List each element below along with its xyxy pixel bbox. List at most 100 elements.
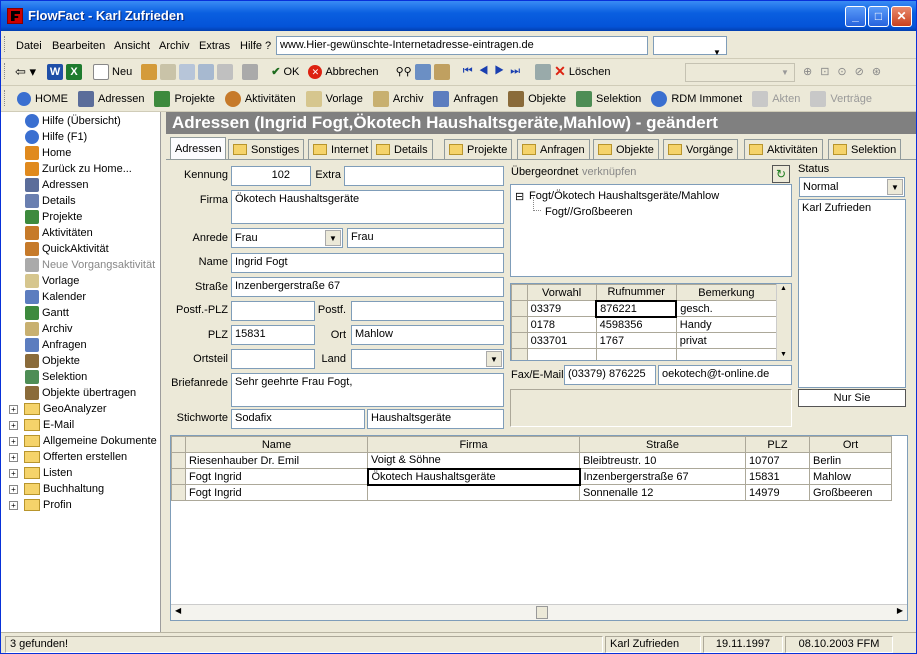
stichwort1-field[interactable]: Sodafix xyxy=(231,409,365,429)
tab-sonstiges[interactable]: Sonstiges xyxy=(228,139,305,159)
ok-button[interactable]: OK xyxy=(283,66,299,78)
anrede2-field[interactable]: Frau xyxy=(347,228,504,248)
sidebar-item[interactable]: Objekte übertragen xyxy=(25,385,136,401)
link-icon[interactable] xyxy=(217,63,234,80)
sidebar-item[interactable]: Projekte xyxy=(25,209,82,225)
nur-sie-button[interactable]: Nur Sie xyxy=(798,389,906,407)
postfplz-field[interactable] xyxy=(231,301,315,321)
land-select[interactable]: ▼ xyxy=(351,349,504,369)
module-projekte[interactable]: Projekte xyxy=(174,93,214,105)
toolbar-dropdown[interactable]: ▼ xyxy=(685,63,795,82)
tab-vorgänge[interactable]: Vorgänge xyxy=(663,139,739,159)
sidebar-item[interactable]: Objekte xyxy=(25,353,80,369)
column-header[interactable]: Name xyxy=(185,436,368,453)
table-cell[interactable]: gesch. xyxy=(675,300,778,317)
module-objekte[interactable]: Objekte xyxy=(528,93,566,105)
minimize-button[interactable]: _ xyxy=(845,6,866,27)
expand-icon[interactable]: + xyxy=(9,420,18,430)
column-header[interactable]: Bemerkung xyxy=(675,284,778,301)
sidebar-item[interactable]: QuickAktivität xyxy=(25,241,109,257)
module-selektion[interactable]: Selektion xyxy=(596,93,641,105)
sidebar-folder[interactable]: + Listen xyxy=(9,465,72,481)
filter-icon[interactable] xyxy=(433,63,450,80)
sidebar-item[interactable]: Home xyxy=(25,145,71,161)
record-navigation-icons[interactable]: ⏮◀▶⏭ xyxy=(463,65,526,78)
grid-icon[interactable] xyxy=(535,63,552,80)
ort-field[interactable]: Mahlow xyxy=(351,325,504,345)
tab-details[interactable]: Details xyxy=(371,139,433,159)
module-archiv[interactable]: Archiv xyxy=(393,93,424,105)
duplicate-icon[interactable] xyxy=(160,63,177,80)
expand-icon[interactable]: + xyxy=(9,500,18,510)
ortsteil-field[interactable] xyxy=(231,349,315,369)
copy-icon[interactable] xyxy=(141,63,158,80)
table-cell[interactable]: Ökotech Haushaltsgeräte xyxy=(366,467,581,486)
sidebar-item[interactable]: Anfragen xyxy=(25,337,87,353)
neu-button[interactable]: Neu xyxy=(112,66,132,78)
stichwort2-field[interactable]: Haushaltsgeräte xyxy=(367,409,504,429)
tab-anfragen[interactable]: Anfragen xyxy=(517,139,590,159)
sidebar-item[interactable]: Hilfe (Übersicht) xyxy=(25,113,121,129)
word-icon[interactable]: W xyxy=(47,63,64,80)
menu-datei[interactable]: Datei xyxy=(16,40,42,52)
binoculars-icon[interactable]: ⚲⚲ xyxy=(396,65,412,78)
sidebar-item[interactable]: Kalender xyxy=(25,289,86,305)
column-header[interactable]: Ort xyxy=(809,436,892,453)
module-adressen[interactable]: Adressen xyxy=(98,93,144,105)
table-cell[interactable]: Inzenbergerstraße 67 xyxy=(579,468,746,485)
table-cell[interactable]: Großbeeren xyxy=(809,484,892,501)
back-arrow-icon[interactable]: ⇦ ▾ xyxy=(15,64,36,80)
excel-icon[interactable]: X xyxy=(66,63,83,80)
briefanrede-field[interactable]: Sehr geehrte Frau Fogt, xyxy=(231,373,504,407)
find-table-icon[interactable] xyxy=(414,63,431,80)
table-cell[interactable]: 1767 xyxy=(595,332,677,349)
table-cell[interactable]: 03379 xyxy=(526,300,597,317)
firma-field[interactable]: Ökotech Haushaltsgeräte xyxy=(231,190,504,224)
people-icon[interactable] xyxy=(242,63,259,80)
sidebar-folder[interactable]: + E-Mail xyxy=(9,417,74,433)
expand-icon[interactable]: + xyxy=(9,484,18,494)
module-aktivitaeten[interactable]: Aktivitäten xyxy=(245,93,296,105)
module-anfragen[interactable]: Anfragen xyxy=(453,93,498,105)
close-button[interactable]: ✕ xyxy=(891,6,912,27)
table-cell[interactable]: Fogt Ingrid xyxy=(185,484,368,501)
kennung-field[interactable]: 102 xyxy=(231,166,311,186)
column-header[interactable]: PLZ xyxy=(745,436,810,453)
column-header[interactable]: Firma xyxy=(367,436,580,453)
sidebar-item[interactable]: Selektion xyxy=(25,369,87,385)
sidebar-item[interactable]: Neue Vorgangsaktivität xyxy=(25,257,155,273)
scroll-left-icon[interactable]: ◀ xyxy=(175,606,181,615)
paste-icon[interactable] xyxy=(198,63,215,80)
expand-icon[interactable]: + xyxy=(9,452,18,462)
column-header[interactable]: Rufnummer xyxy=(595,284,677,301)
fax-field[interactable]: (03379) 876225 xyxy=(564,365,656,385)
expand-icon[interactable]: + xyxy=(9,436,18,446)
anrede-select[interactable]: Frau ▼ xyxy=(231,228,343,248)
maximize-button[interactable]: □ xyxy=(868,6,889,27)
sidebar-folder[interactable]: + Offerten erstellen xyxy=(9,449,127,465)
url-input[interactable]: www.Hier-gewünschte-Internetadresse-eint… xyxy=(276,36,648,55)
module-vorlage[interactable]: Vorlage xyxy=(326,93,363,105)
menu-archiv[interactable]: Archiv xyxy=(159,40,190,52)
move-icon[interactable] xyxy=(179,63,196,80)
verknuepfen-link[interactable]: verknüpfen xyxy=(582,166,636,178)
table-cell[interactable]: Mahlow xyxy=(809,468,892,485)
table-cell[interactable]: privat xyxy=(675,332,778,349)
scroll-thumb[interactable] xyxy=(536,606,548,619)
table-row[interactable]: Fogt Ingrid Sonnenalle 12 14979 Großbeeren xyxy=(171,484,892,501)
name-field[interactable]: Ingrid Fogt xyxy=(231,253,504,273)
module-home[interactable]: HOME xyxy=(35,93,68,105)
sidebar-folder[interactable]: + Buchhaltung xyxy=(9,481,104,497)
table-cell[interactable]: Voigt & Söhne xyxy=(367,452,580,469)
tab-aktivitäten[interactable]: Aktivitäten xyxy=(744,139,823,159)
sidebar-item[interactable]: Vorlage xyxy=(25,273,79,289)
table-row[interactable]: Riesenhauber Dr. Emil Voigt & Söhne Bleibt… xyxy=(171,452,892,469)
tab-objekte[interactable]: Objekte xyxy=(593,139,659,159)
column-header[interactable]: Vorwahl xyxy=(526,284,597,301)
scrollbar[interactable]: ▲ ▼ xyxy=(776,284,791,360)
table-row[interactable]: Fogt Ingrid Ökotech Haushaltsgeräte Inzenb… xyxy=(171,467,892,486)
sidebar-item[interactable]: Adressen xyxy=(25,177,88,193)
menu-bearbeiten[interactable]: Bearbeiten xyxy=(52,40,105,52)
tree-node[interactable]: Fogt//Großbeeren xyxy=(545,206,632,218)
url-dropdown[interactable]: ▼ xyxy=(653,36,727,57)
